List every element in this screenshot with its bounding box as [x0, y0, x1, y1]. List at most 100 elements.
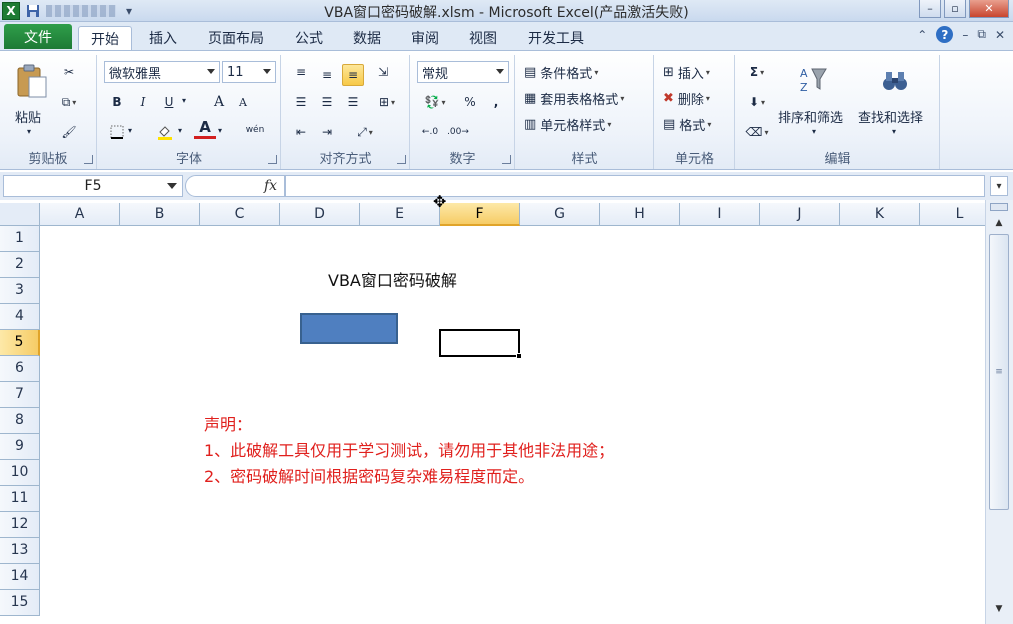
- crack-password-button[interactable]: [300, 313, 398, 344]
- align-bottom-icon[interactable]: ≡: [342, 64, 364, 86]
- tab-formulas[interactable]: 公式: [285, 26, 333, 50]
- column-header-d[interactable]: D: [280, 203, 360, 226]
- fill-handle[interactable]: [516, 353, 522, 359]
- increase-decimal-icon[interactable]: ←.0: [419, 121, 441, 143]
- row-header-15[interactable]: 15: [0, 590, 40, 616]
- underline-dropdown-arrow[interactable]: ▾: [182, 96, 186, 105]
- doc-close-icon[interactable]: ✕: [995, 28, 1005, 42]
- percent-style-button[interactable]: %: [459, 91, 481, 113]
- row-header-2[interactable]: 2: [0, 252, 40, 278]
- number-format-dropdown[interactable]: 常规: [417, 61, 509, 83]
- active-cell-f5[interactable]: [439, 329, 520, 357]
- find-select-label[interactable]: 查找和选择: [858, 107, 923, 126]
- scroll-down-icon[interactable]: ▼: [988, 600, 1010, 618]
- font-launcher-icon[interactable]: [268, 155, 277, 164]
- align-top-icon[interactable]: ≡: [290, 61, 312, 83]
- insert-function-icon[interactable]: fx: [264, 178, 277, 194]
- minimize-ribbon-icon[interactable]: ⌃: [917, 28, 927, 42]
- paste-dropdown-arrow[interactable]: ▾: [27, 127, 31, 136]
- tab-file[interactable]: 文件: [4, 24, 72, 49]
- minimize-button[interactable]: –: [919, 0, 941, 18]
- format-painter-icon[interactable]: 🖌: [58, 121, 80, 143]
- doc-minimize-icon[interactable]: –: [962, 28, 968, 42]
- phonetic-guide-button[interactable]: wén: [242, 119, 268, 141]
- row-header-14[interactable]: 14: [0, 564, 40, 590]
- fill-color-dropdown-arrow[interactable]: ▾: [178, 126, 182, 135]
- row-header-12[interactable]: 12: [0, 512, 40, 538]
- copy-icon[interactable]: ⧉ ▾: [58, 91, 80, 113]
- format-as-table-button[interactable]: ▦ 套用表格格式 ▾: [524, 89, 624, 108]
- italic-button[interactable]: I: [132, 91, 154, 113]
- bold-button[interactable]: B: [106, 91, 128, 113]
- increase-indent-icon[interactable]: ⇥: [316, 121, 338, 143]
- borders-dropdown-arrow[interactable]: ▾: [128, 126, 132, 135]
- merge-center-icon[interactable]: ⊞ ▾: [372, 91, 402, 113]
- column-header-a[interactable]: A: [40, 203, 120, 226]
- select-all-corner[interactable]: [0, 203, 40, 226]
- column-header-i[interactable]: I: [680, 203, 760, 226]
- row-header-7[interactable]: 7: [0, 382, 40, 408]
- format-cells-button[interactable]: ▤ 格式 ▾: [663, 115, 711, 134]
- number-launcher-icon[interactable]: [502, 155, 511, 164]
- tab-insert[interactable]: 插入: [140, 26, 186, 50]
- sort-filter-dropdown-arrow[interactable]: ▾: [812, 127, 816, 136]
- tab-review[interactable]: 审阅: [402, 26, 448, 50]
- column-header-b[interactable]: B: [120, 203, 200, 226]
- column-header-h[interactable]: H: [600, 203, 680, 226]
- font-color-dropdown-arrow[interactable]: ▾: [218, 126, 222, 135]
- row-header-13[interactable]: 13: [0, 538, 40, 564]
- underline-button[interactable]: U: [158, 91, 180, 113]
- orientation-icon[interactable]: ⤢ ▾: [350, 121, 380, 143]
- sort-filter-label[interactable]: 排序和筛选: [778, 107, 843, 126]
- vertical-scrollbar[interactable]: ▲ ≡ ▼: [985, 200, 1013, 624]
- column-header-j[interactable]: J: [760, 203, 840, 226]
- find-select-icon[interactable]: [878, 65, 912, 97]
- tab-page-layout[interactable]: 页面布局: [200, 26, 272, 50]
- row-header-8[interactable]: 8: [0, 408, 40, 434]
- align-center-icon[interactable]: ☰: [316, 91, 338, 113]
- delete-cells-button[interactable]: ✖ 删除 ▾: [663, 89, 710, 108]
- find-select-dropdown-arrow[interactable]: ▾: [892, 127, 896, 136]
- row-header-9[interactable]: 9: [0, 434, 40, 460]
- insert-cells-button[interactable]: ⊞ 插入 ▾: [663, 63, 710, 82]
- split-box-handle[interactable]: [990, 203, 1008, 211]
- column-header-l[interactable]: L: [920, 203, 985, 226]
- tab-data[interactable]: 数据: [344, 26, 390, 50]
- autosum-button[interactable]: Σ ▾: [742, 61, 772, 83]
- accounting-format-icon[interactable]: 💱 ▾: [419, 91, 451, 113]
- doc-restore-icon[interactable]: ⧉: [977, 27, 986, 42]
- align-middle-icon[interactable]: ≡: [316, 64, 338, 86]
- clear-icon[interactable]: ⌫ ▾: [742, 121, 772, 143]
- font-size-dropdown[interactable]: 11: [222, 61, 276, 83]
- borders-icon[interactable]: [106, 121, 128, 143]
- sort-filter-icon[interactable]: AZ: [796, 63, 830, 97]
- row-header-6[interactable]: 6: [0, 356, 40, 382]
- align-left-icon[interactable]: ☰: [290, 91, 312, 113]
- wrap-text-icon[interactable]: ⇲: [372, 61, 394, 83]
- tab-view[interactable]: 视图: [460, 26, 506, 50]
- conditional-formatting-button[interactable]: ▤ 条件格式 ▾: [524, 63, 598, 82]
- column-header-c[interactable]: C: [200, 203, 280, 226]
- row-header-11[interactable]: 11: [0, 486, 40, 512]
- decrease-decimal-icon[interactable]: .00→: [447, 121, 469, 143]
- expand-formula-bar-icon[interactable]: ▾: [990, 176, 1008, 196]
- row-header-3[interactable]: 3: [0, 278, 40, 304]
- grow-font-button[interactable]: A: [208, 91, 230, 113]
- paste-label[interactable]: 粘贴: [15, 107, 41, 126]
- row-header-4[interactable]: 4: [0, 304, 40, 330]
- align-right-icon[interactable]: ☰: [342, 91, 364, 113]
- column-header-g[interactable]: G: [520, 203, 600, 226]
- column-header-f[interactable]: F: [440, 203, 520, 226]
- tab-developer[interactable]: 开发工具: [518, 26, 594, 50]
- close-button[interactable]: ✕: [969, 0, 1009, 18]
- scroll-up-icon[interactable]: ▲: [988, 214, 1010, 232]
- clipboard-launcher-icon[interactable]: [84, 155, 93, 164]
- fill-color-icon[interactable]: [154, 121, 176, 143]
- scroll-thumb[interactable]: ≡: [989, 234, 1009, 510]
- row-header-10[interactable]: 10: [0, 460, 40, 486]
- comma-style-button[interactable]: ,: [485, 91, 507, 113]
- cut-icon[interactable]: ✂: [58, 61, 80, 83]
- font-color-button[interactable]: A: [194, 117, 216, 139]
- name-box[interactable]: F5: [3, 175, 183, 197]
- column-header-e[interactable]: E: [360, 203, 440, 226]
